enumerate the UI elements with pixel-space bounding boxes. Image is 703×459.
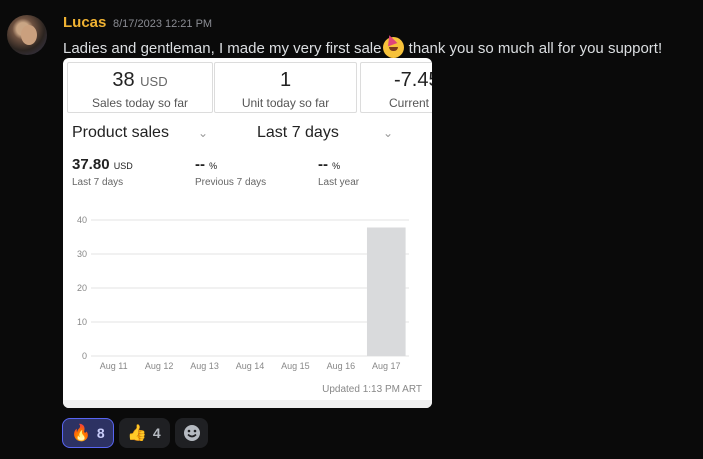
partying-face-icon xyxy=(382,37,404,58)
reaction-count: 4 xyxy=(152,425,161,441)
stat-value: 1 xyxy=(279,69,292,91)
x-tick-label: Aug 14 xyxy=(236,361,265,371)
stat-card-sales: 38 USD Sales today so far xyxy=(67,62,213,113)
metric-unit: % xyxy=(209,161,218,171)
x-tick-label: Aug 15 xyxy=(281,361,310,371)
chevron-down-icon: ⌄ xyxy=(198,126,209,140)
reaction-fire[interactable]: 🔥 8 xyxy=(62,418,114,448)
x-tick-label: Aug 11 xyxy=(100,361,128,371)
updated-time: Updated 1:13 PM ART xyxy=(322,384,422,395)
stat-value: -7.45 xyxy=(394,69,432,91)
metric-label: Last 7 days xyxy=(72,177,124,188)
attached-screenshot[interactable]: 38 USD Sales today so far 1 Unit today s… xyxy=(63,58,432,408)
avatar[interactable] xyxy=(7,15,47,55)
message-text-after: thank you so much all for you support! xyxy=(408,40,663,57)
stat-label: Sales today so far xyxy=(91,96,189,110)
metric-label: Last year xyxy=(318,177,360,188)
stat-card-units: 1 Unit today so far xyxy=(214,62,357,113)
metric-previous-7-days: -- % Previous 7 days xyxy=(195,156,266,188)
y-tick-label: 0 xyxy=(82,351,87,361)
thumbs-up-icon: 👍 xyxy=(127,425,147,442)
stat-unit: USD xyxy=(140,74,168,89)
stat-label: Current xyxy=(389,96,430,110)
metric-value: -- xyxy=(195,156,205,173)
chevron-down-icon: ⌄ xyxy=(383,126,394,140)
stat-label: Unit today so far xyxy=(241,96,330,110)
range-dropdown[interactable]: Last 7 days xyxy=(257,124,339,142)
y-tick-label: 20 xyxy=(77,283,87,293)
bar-aug-17 xyxy=(366,227,406,356)
x-tick-label: Aug 16 xyxy=(327,361,356,371)
y-tick-label: 40 xyxy=(77,215,87,225)
metric-value: -- xyxy=(318,156,328,173)
metric-last-year: -- % Last year xyxy=(318,156,359,188)
message-text-before: Ladies and gentleman, I made my very fir… xyxy=(63,40,382,57)
metric-value: 37.80 xyxy=(72,156,110,173)
reaction-count: 8 xyxy=(96,425,105,441)
x-tick-label: Aug 12 xyxy=(145,361,174,371)
metric-unit: USD xyxy=(113,161,133,171)
x-tick-label: Aug 13 xyxy=(190,361,219,371)
stat-card-current: -7.45 Current xyxy=(360,62,432,113)
message-text: Ladies and gentleman, I made my very fir… xyxy=(63,37,662,58)
add-reaction-icon xyxy=(183,425,200,441)
username[interactable]: Lucas xyxy=(63,14,106,31)
metric-label: Previous 7 days xyxy=(195,177,267,188)
fire-icon: 🔥 xyxy=(71,425,91,442)
metric-dropdown[interactable]: Product sales xyxy=(72,124,169,142)
card-footer-strip xyxy=(63,400,432,408)
timestamp: 8/17/2023 12:21 PM xyxy=(113,18,213,30)
x-tick-label: Aug 17 xyxy=(372,361,401,371)
stat-value: 38 xyxy=(112,69,135,91)
y-tick-label: 30 xyxy=(77,249,87,259)
sales-bar-chart: 0 10 20 30 40 Aug 11 Aug 12 Aug 13 Aug 14 Aug 15 A… xyxy=(77,215,409,371)
y-tick-label: 10 xyxy=(77,317,87,327)
metric-unit: % xyxy=(332,161,341,171)
reaction-thumbs-up[interactable]: 👍 4 xyxy=(119,418,170,448)
add-reaction-button[interactable] xyxy=(175,418,208,448)
metric-last-7-days: 37.80 USD Last 7 days xyxy=(72,156,133,188)
